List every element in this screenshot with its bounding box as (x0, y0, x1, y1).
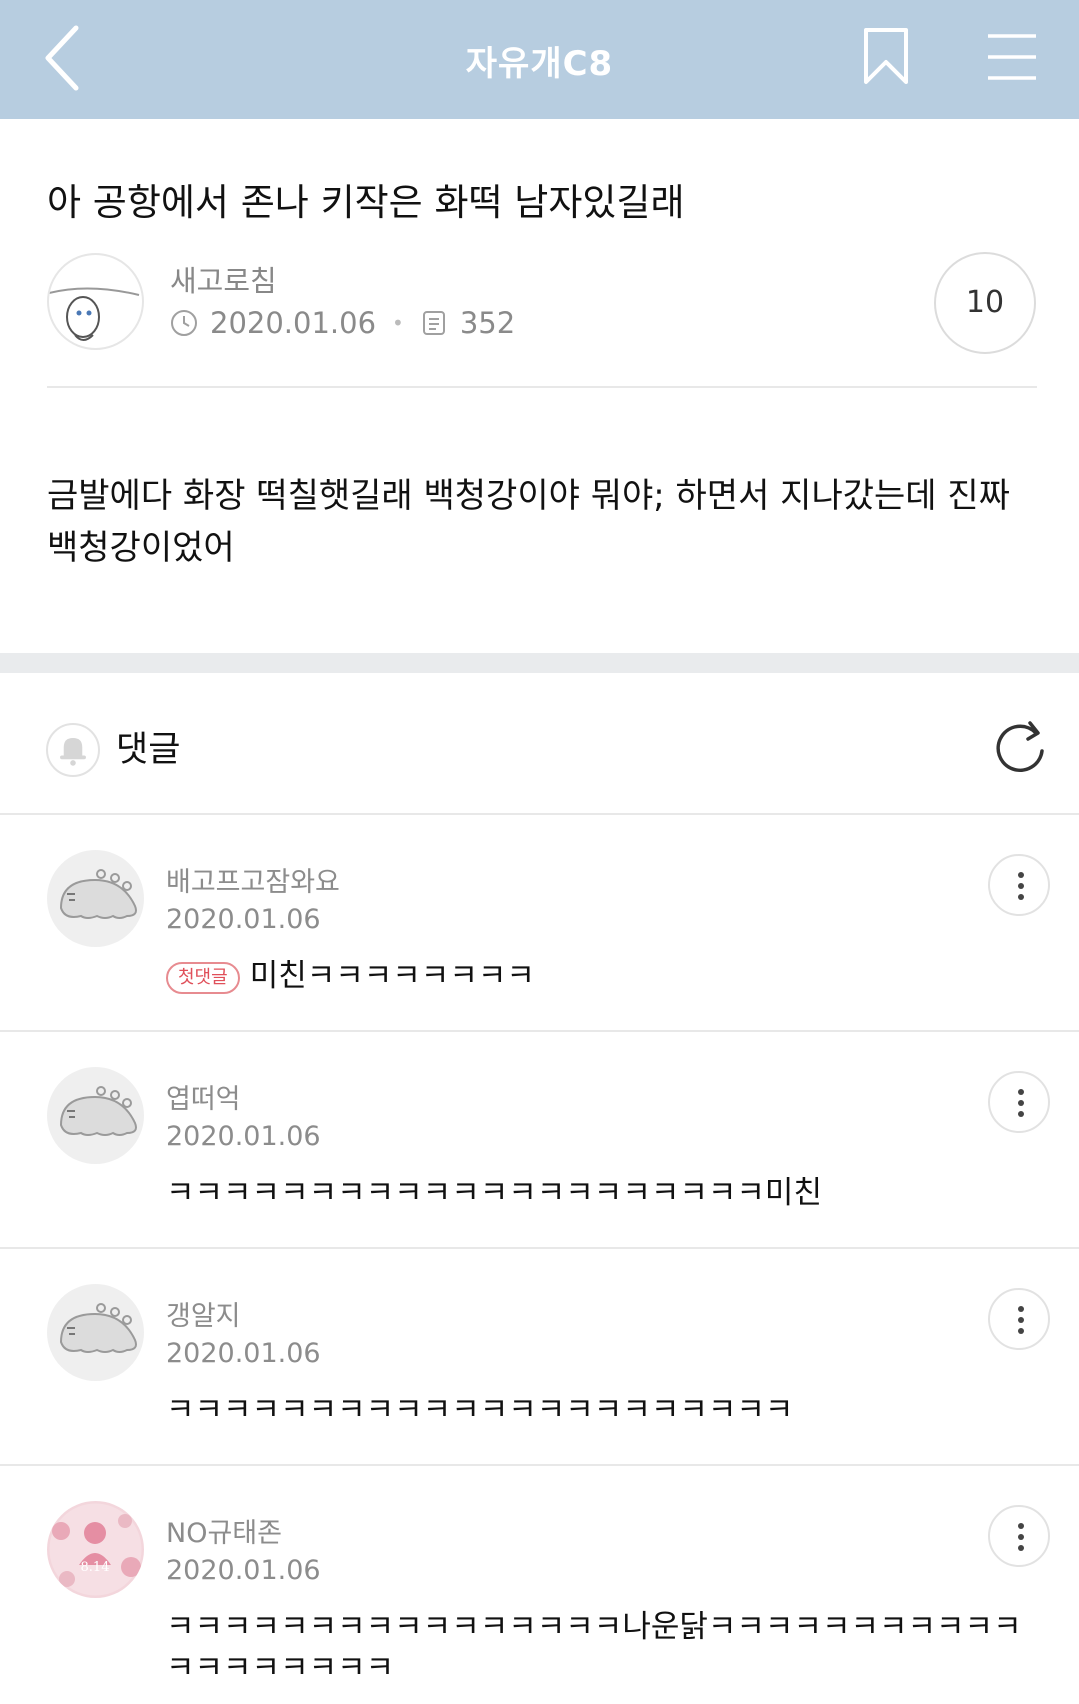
comment-date: 2020.01.06 (166, 1338, 321, 1369)
comment-item: 갱알지 2020.01.06 ㅋㅋㅋㅋㅋㅋㅋㅋㅋㅋㅋㅋㅋㅋㅋㅋㅋㅋㅋㅋㅋㅋ (0, 1249, 1079, 1466)
commenter-nickname[interactable]: NO규태존 (166, 1511, 282, 1550)
post-date: 2020.01.06 (210, 306, 377, 340)
more-options-button[interactable] (988, 1071, 1050, 1133)
top-app-bar: 자유개C8 (0, 0, 1079, 119)
commenter-nickname[interactable]: 엽떠억 (166, 1077, 241, 1116)
hamburger-menu-icon[interactable] (986, 30, 1038, 84)
comment-body: ㅋㅋㅋㅋㅋㅋㅋㅋㅋㅋㅋㅋㅋㅋㅋㅋㅋㅋㅋㅋㅋㅋ (166, 1392, 794, 1428)
commenter-nickname[interactable]: 갱알지 (166, 1294, 241, 1333)
comment-date: 2020.01.06 (166, 1121, 321, 1152)
post-meta: 2020.01.06 • 352 (170, 306, 515, 340)
dot (1018, 872, 1024, 878)
dot (1018, 1328, 1024, 1334)
document-icon (422, 311, 445, 335)
view-count: 352 (459, 306, 516, 340)
avatar-date-text: 8.14 (81, 1560, 110, 1575)
dot (1018, 894, 1024, 900)
comment-item: 8.14 NO규태존 2020.01.06 ㅋㅋㅋㅋㅋㅋㅋㅋㅋㅋㅋㅋㅋㅋㅋㅋ나운… (0, 1466, 1079, 1704)
dot (1018, 1534, 1024, 1540)
dinosaur-avatar-icon (59, 1303, 137, 1353)
author-name[interactable]: 새고로침 (170, 258, 277, 300)
comment-date: 2020.01.06 (166, 904, 321, 935)
comment-body: 미친ㅋㅋㅋㅋㅋㅋㅋㅋ (249, 958, 535, 994)
divider (47, 386, 1037, 388)
comments-header: 댓글 (0, 673, 1079, 813)
post-body: 금발에다 화장 떡칠햇길래 백청강이야 뭐야; 하면서 지나갔는데 진짜 백청강… (47, 476, 1010, 568)
more-options-button[interactable] (988, 1288, 1050, 1350)
more-options-button[interactable] (988, 854, 1050, 916)
dot (1018, 1089, 1024, 1095)
first-comment-badge: 첫댓글 (166, 961, 240, 994)
bell-icon (60, 737, 86, 766)
dinosaur-avatar-icon (59, 869, 137, 919)
board-title: 자유개C8 (465, 44, 614, 84)
commenter-avatar[interactable] (47, 1284, 144, 1381)
comments-label: 댓글 (116, 730, 181, 770)
notification-bell-button[interactable] (46, 723, 100, 777)
dot (1018, 883, 1024, 889)
commenter-nickname[interactable]: 배고프고잠와요 (166, 860, 340, 899)
comment-body: ㅋㅋㅋㅋㅋㅋㅋㅋㅋㅋㅋㅋㅋㅋㅋㅋㅋㅋㅋㅋㅋ미친 (166, 1175, 822, 1211)
dot (1018, 1100, 1024, 1106)
dot (1018, 1523, 1024, 1529)
bookmark-icon[interactable] (862, 26, 910, 86)
comment-item: 엽떠억 2020.01.06 ㅋㅋㅋㅋㅋㅋㅋㅋㅋㅋㅋㅋㅋㅋㅋㅋㅋㅋㅋㅋㅋ미친 (0, 1032, 1079, 1249)
floral-portrait-avatar-icon: 8.14 (49, 1503, 142, 1596)
dot (1018, 1306, 1024, 1312)
commenter-avatar[interactable]: 8.14 (47, 1501, 144, 1598)
comment-text: 첫댓글 미친ㅋㅋㅋㅋㅋㅋㅋㅋ (166, 956, 1046, 997)
clock-icon (171, 310, 197, 336)
comment-item: 배고프고잠와요 2020.01.06 첫댓글 미친ㅋㅋㅋㅋㅋㅋㅋㅋ (0, 815, 1079, 1032)
author-avatar[interactable] (47, 253, 144, 350)
moomin-avatar-icon (49, 287, 140, 341)
comment-body: ㅋㅋㅋㅋㅋㅋㅋㅋㅋㅋㅋㅋㅋㅋㅋㅋ나운닭ㅋㅋㅋㅋㅋㅋㅋㅋㅋㅋㅋㅋㅋㅋㅋㅋㅋㅋㅋ (166, 1609, 1022, 1686)
dot (1018, 1111, 1024, 1117)
meta-separator: • (392, 311, 404, 335)
dinosaur-avatar-icon (59, 1086, 137, 1136)
commenter-avatar[interactable] (47, 1067, 144, 1164)
commenter-avatar[interactable] (47, 850, 144, 947)
post-title: 아 공항에서 존나 키작은 화떡 남자있길래 (47, 181, 685, 224)
dot (1018, 1545, 1024, 1551)
comment-count-badge[interactable]: 10 (934, 252, 1036, 354)
section-divider (0, 653, 1079, 673)
refresh-icon[interactable] (994, 717, 1048, 777)
more-options-button[interactable] (988, 1505, 1050, 1567)
comment-date: 2020.01.06 (166, 1555, 321, 1586)
dot (1018, 1317, 1024, 1323)
